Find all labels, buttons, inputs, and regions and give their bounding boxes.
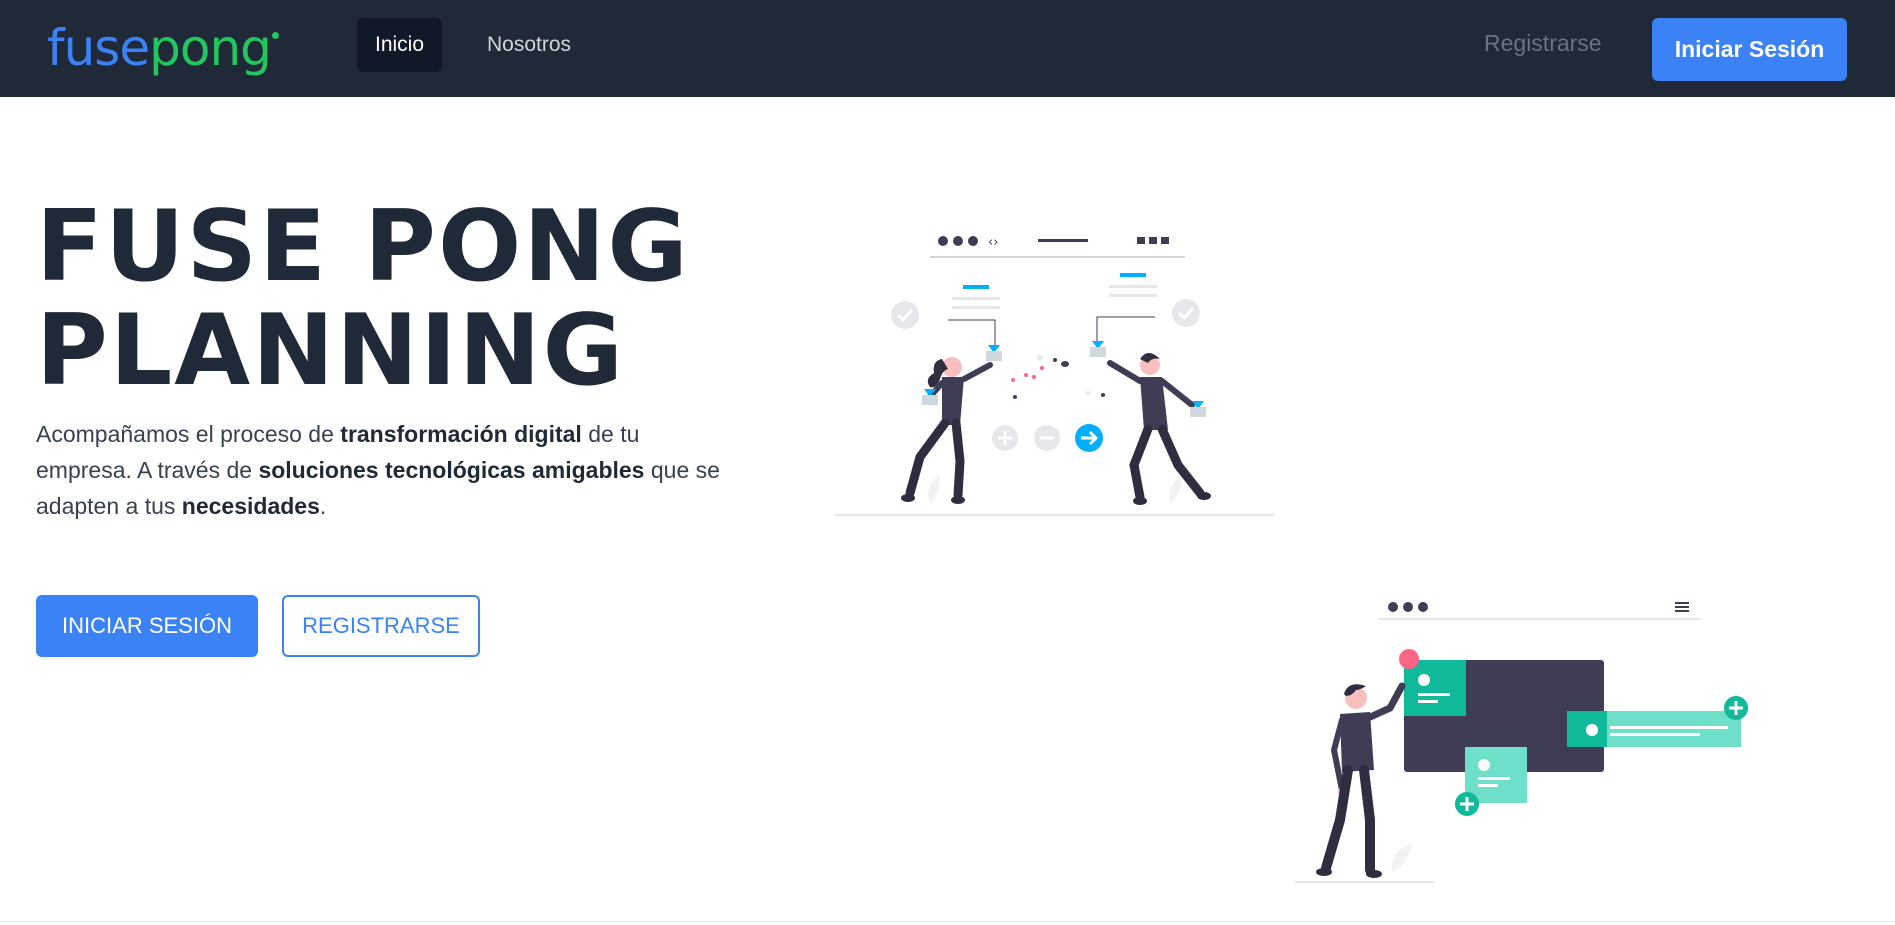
hero-desc-bold-3: necesidades <box>181 493 320 519</box>
hero-desc-text-1: Acompañamos el proceso de <box>36 421 341 447</box>
team-celebration-illustration: ‹› <box>835 235 1275 516</box>
hero-description: Acompañamos el proceso de transformación… <box>36 416 736 524</box>
hero-desc-text-4: . <box>319 493 327 519</box>
hero-title: FUSE PONG PLANNING <box>36 195 690 403</box>
logo-pong-text: pong <box>149 19 272 77</box>
nav-register-link[interactable]: Registrarse <box>1484 30 1602 57</box>
nav-login-button[interactable]: Iniciar Sesión <box>1652 18 1847 81</box>
svg-text:‹›: ‹› <box>988 235 998 250</box>
hero-login-button[interactable]: INICIAR SESIÓN <box>36 595 258 657</box>
top-navbar: fusepong Inicio Nosotros Registrarse Ini… <box>0 0 1895 97</box>
page-bottom-divider <box>0 921 1895 922</box>
fusepong-logo[interactable]: fusepong <box>47 8 279 88</box>
logo-fuse-text: fuse <box>47 19 150 77</box>
hero-title-line2: PLANNING <box>36 294 626 408</box>
hero-title-line1: FUSE PONG <box>36 190 690 304</box>
hero-desc-bold-2: soluciones tecnológicas amigables <box>258 457 645 483</box>
hero-desc-bold-1: transformación digital <box>340 421 582 447</box>
nav-item-nosotros[interactable]: Nosotros <box>469 18 589 72</box>
task-board-illustration <box>1295 602 1748 883</box>
hero-register-button[interactable]: REGISTRARSE <box>282 595 480 657</box>
logo-dot <box>271 32 279 39</box>
nav-item-inicio[interactable]: Inicio <box>357 18 443 72</box>
